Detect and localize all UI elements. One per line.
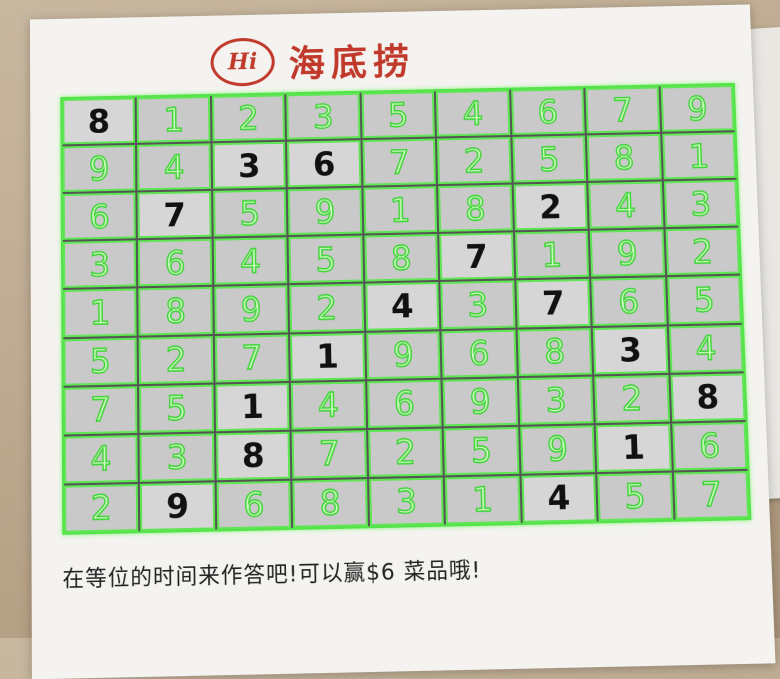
sudoku-cell-solved: 9 (519, 425, 596, 474)
sudoku-cell-solved: 9 (660, 84, 735, 132)
sudoku-cell-solved: 6 (62, 192, 137, 241)
sudoku-cell-given: 7 (515, 279, 591, 328)
sudoku-cell-solved: 2 (367, 428, 443, 477)
sudoku-cell-solved: 5 (212, 189, 287, 237)
sudoku-cell-solved: 8 (364, 234, 439, 282)
sudoku-cell-solved: 6 (441, 329, 517, 378)
sudoku-cell-solved: 4 (63, 434, 139, 484)
sudoku-cell-solved: 9 (442, 377, 518, 427)
sudoku-cell-solved: 4 (668, 324, 744, 373)
sudoku-grid: 8123546799436725816759182433645871921892… (60, 82, 752, 535)
sudoku-cell-given: 2 (513, 183, 588, 231)
sudoku-cell-solved: 3 (139, 433, 215, 482)
sudoku-cell-solved: 5 (361, 91, 436, 139)
sudoku-cell-solved: 3 (518, 376, 594, 425)
sudoku-cell-solved: 2 (139, 335, 214, 384)
sudoku-cell-given: 1 (595, 423, 672, 472)
sudoku-cell-solved: 8 (438, 184, 513, 233)
sudoku-cell-solved: 1 (63, 288, 138, 337)
sudoku-cell-given: 4 (521, 474, 597, 523)
sudoku-cell-solved: 2 (64, 483, 139, 533)
sudoku-cell-solved: 1 (137, 95, 211, 143)
sudoku-cell-given: 7 (439, 232, 514, 281)
sudoku-cell-solved: 8 (586, 133, 662, 182)
sudoku-cell-solved: 5 (63, 337, 138, 386)
sudoku-cell-given: 9 (140, 482, 216, 532)
sudoku-cell-solved: 9 (62, 144, 136, 193)
sudoku-cell-solved: 2 (437, 137, 512, 185)
sudoku-cell-solved: 2 (211, 94, 286, 142)
sudoku-cell-solved: 6 (216, 480, 292, 530)
sudoku-cell-solved: 8 (517, 327, 593, 376)
brand-logo-icon: Hi (210, 37, 276, 87)
sudoku-cell-solved: 3 (440, 280, 516, 329)
sudoku-cell-solved: 3 (663, 180, 739, 228)
sudoku-cell-solved: 7 (673, 470, 750, 520)
sudoku-cell-solved: 9 (214, 285, 289, 334)
sudoku-sheet: Hi 海底捞 812354679943672581675918243364587… (29, 4, 776, 679)
sudoku-cell-solved: 5 (597, 472, 673, 522)
sudoku-cell-solved: 3 (286, 92, 361, 140)
sudoku-cell-solved: 1 (514, 231, 590, 279)
sudoku-cell-solved: 7 (362, 138, 437, 186)
sudoku-cell-solved: 7 (214, 334, 290, 383)
sudoku-cell-solved: 2 (594, 374, 670, 423)
sudoku-cell-solved: 5 (666, 276, 742, 324)
sudoku-cell-solved: 3 (62, 240, 137, 289)
sudoku-cell-solved: 7 (63, 385, 138, 435)
brand-logo-text: Hi (227, 48, 258, 76)
sudoku-cell-solved: 5 (512, 135, 587, 183)
sudoku-cell-solved: 8 (292, 478, 368, 528)
sudoku-cell-solved: 3 (368, 477, 445, 527)
sudoku-cell-solved: 6 (138, 239, 213, 287)
sudoku-cell-solved: 7 (291, 429, 367, 479)
sudoku-cell-solved: 9 (366, 330, 441, 379)
sudoku-cell-solved: 6 (591, 277, 667, 326)
sudoku-cell-solved: 5 (139, 384, 214, 433)
sudoku-cell-solved: 4 (588, 181, 663, 230)
sudoku-cell-given: 8 (670, 372, 746, 422)
sudoku-cell-solved: 5 (443, 426, 520, 476)
brand-name: 海底捞 (288, 41, 416, 86)
sudoku-cell-solved: 9 (589, 229, 665, 278)
sudoku-cell-solved: 6 (510, 88, 585, 136)
sudoku-cell-solved: 1 (445, 475, 521, 525)
sudoku-cell-solved: 7 (585, 86, 660, 134)
footer-text: 在等位的时间来作答吧!可以赢$6 菜品哦! (62, 557, 482, 592)
sudoku-cell-given: 8 (215, 431, 291, 481)
sudoku-cell-solved: 4 (213, 237, 288, 286)
sudoku-cell-solved: 6 (366, 379, 442, 428)
sudoku-cell-given: 3 (592, 326, 668, 375)
sudoku-cell-given: 1 (215, 382, 290, 432)
sudoku-cell-solved: 8 (138, 287, 213, 336)
sudoku-cell-solved: 4 (137, 143, 211, 191)
sudoku-cell-given: 1 (290, 332, 365, 381)
sudoku-cell-solved: 4 (291, 381, 366, 430)
sudoku-cell-solved: 5 (288, 235, 363, 284)
sudoku-cell-solved: 1 (661, 132, 737, 180)
sudoku-cell-solved: 2 (289, 284, 364, 332)
sudoku-cell-given: 8 (62, 97, 136, 145)
sudoku-cell-given: 6 (287, 140, 362, 188)
sudoku-cell-given: 3 (212, 141, 287, 190)
brand-header: Hi 海底捞 (210, 33, 416, 87)
sudoku-cell-given: 7 (137, 191, 212, 239)
sudoku-cell-solved: 6 (671, 421, 748, 471)
sudoku-cell-solved: 4 (436, 89, 510, 137)
sudoku-cell-solved: 9 (288, 187, 363, 236)
sudoku-cell-given: 4 (365, 282, 440, 331)
sudoku-cell-solved: 2 (665, 227, 741, 276)
sudoku-cell-solved: 1 (363, 186, 438, 234)
